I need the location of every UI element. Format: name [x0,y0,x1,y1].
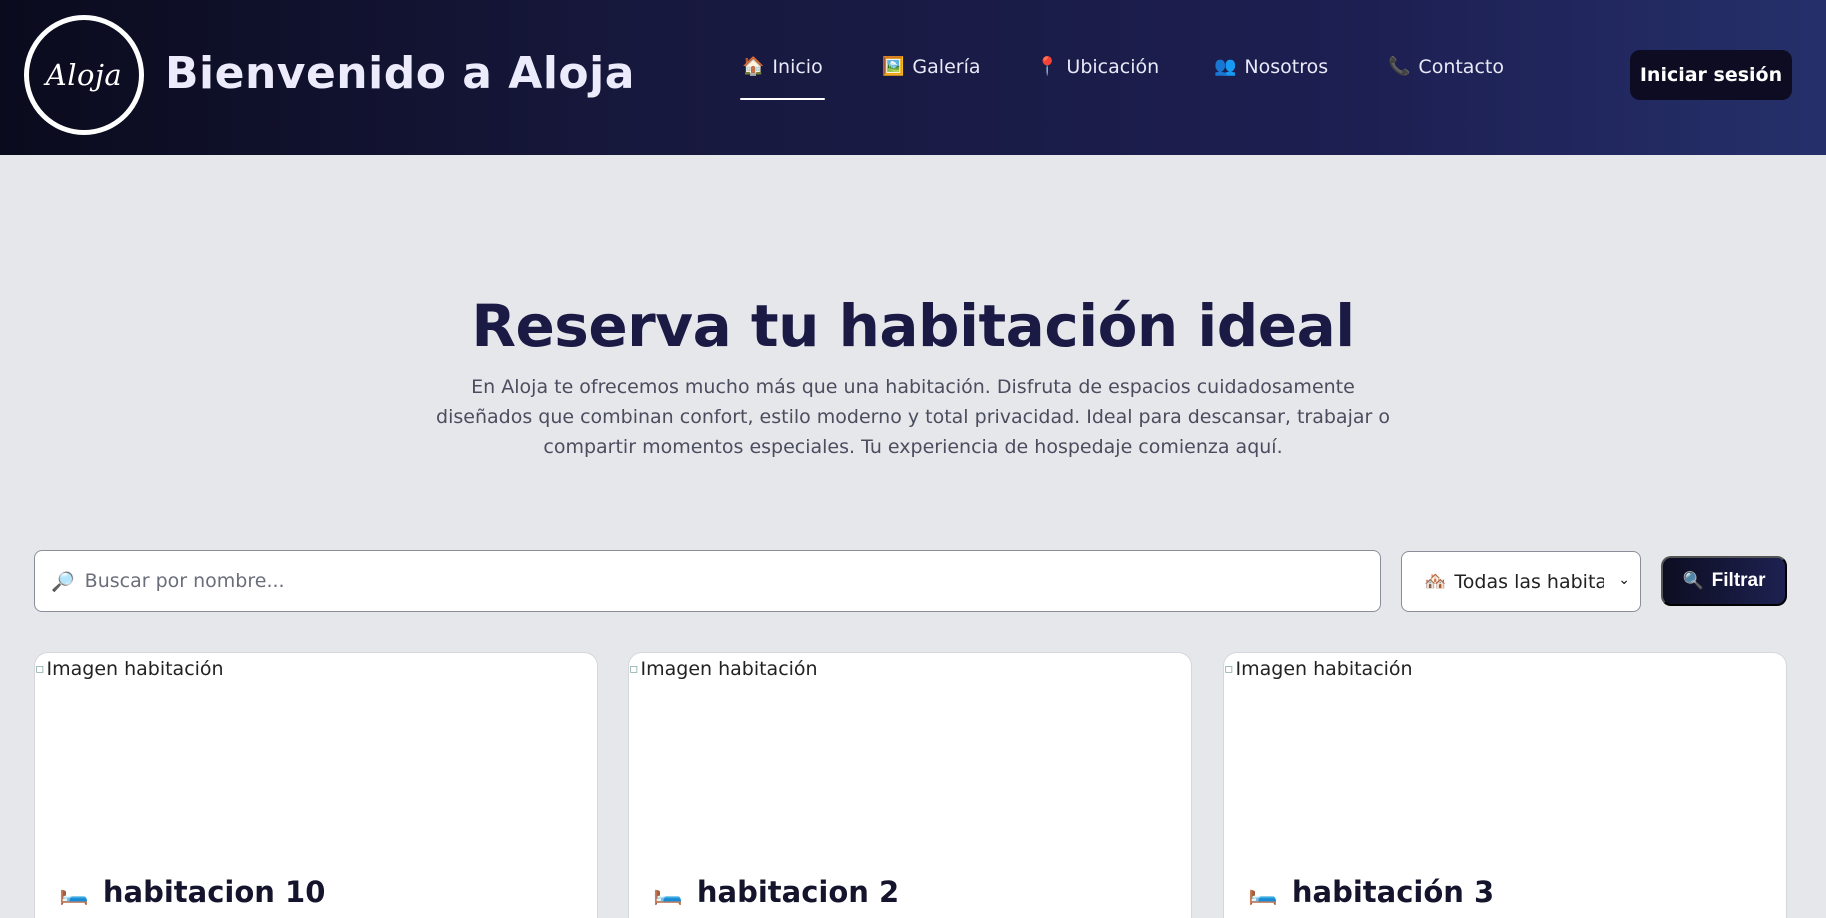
room-name: habitacion 10 [102,875,326,909]
room-image-alt: Imagen habitación [46,658,224,680]
users-icon: 👥 [1214,56,1237,77]
broken-image-icon: ▫ [629,661,639,677]
hero-title: Reserva tu habitación ideal [471,292,1355,360]
room-image: ▫ Imagen habitación [629,658,818,680]
room-image: ▫ Imagen habitación [1224,658,1413,680]
room-title: 🛏️ habitación 3 [1248,875,1494,909]
chevron-down-icon: ⌄ [1618,572,1630,588]
nav-label: Contacto [1418,56,1504,78]
bed-icon: 🛏️ [653,878,683,906]
room-title: 🛏️ habitacion 10 [59,875,325,909]
top-header: Aloja Bienvenido a Aloja 🏠 Inicio 🖼️ Gal… [0,0,1826,155]
filter-button[interactable]: 🔍 Filtrar [1661,556,1787,606]
search-icon: 🔍 [1682,571,1704,590]
location-pin-icon: 📍 [1036,56,1059,77]
bed-icon: 🛏️ [1248,878,1278,906]
filter-button-label: Filtrar [1711,570,1766,591]
nav-label: Inicio [772,56,823,78]
nav-label: Galería [912,56,981,78]
room-title: 🛏️ habitacion 2 [653,875,899,909]
room-image-alt: Imagen habitación [1235,658,1413,680]
magnifier-icon: 🔎 [51,570,75,593]
login-button[interactable]: Iniciar sesión [1630,50,1792,100]
nav-item-ubicacion[interactable]: 📍 Ubicación [1036,56,1159,100]
nav-label: Ubicación [1066,56,1160,78]
home-icon: 🏠 [742,56,765,77]
picture-icon: 🖼️ [882,56,905,77]
room-card[interactable]: ▫ Imagen habitación 🛏️ habitacion 2 [628,652,1192,918]
broken-image-icon: ▫ [35,661,45,677]
site-title: Bienvenido a Aloja [165,48,635,99]
nav-label: Nosotros [1244,56,1329,78]
search-input[interactable] [84,570,1285,592]
logo[interactable]: Aloja [24,15,144,135]
room-image: ▫ Imagen habitación [35,658,224,680]
phone-icon: 📞 [1388,56,1411,77]
nav-item-nosotros[interactable]: 👥 Nosotros [1214,56,1328,100]
room-card[interactable]: ▫ Imagen habitación 🛏️ habitación 3 [1223,652,1787,918]
houses-icon: 🏘️ [1424,571,1447,592]
room-type-select[interactable]: 🏘️ Todas las habitac ⌄ [1401,551,1641,612]
bed-icon: 🛏️ [59,878,89,906]
logo-text: Aloja [45,58,123,92]
search-box: 🔎 [34,550,1381,612]
room-type-selected: Todas las habitac [1454,570,1605,593]
hero-description: En Aloja te ofrecemos mucho más que una … [436,376,1390,458]
room-name: habitacion 2 [696,875,900,909]
nav-item-galeria[interactable]: 🖼️ Galería [882,56,981,100]
nav-item-contacto[interactable]: 📞 Contacto [1388,56,1504,100]
broken-image-icon: ▫ [1224,661,1234,677]
room-name: habitación 3 [1291,875,1495,909]
nav-item-inicio[interactable]: 🏠 Inicio [740,56,825,100]
room-image-alt: Imagen habitación [640,658,818,680]
room-card[interactable]: ▫ Imagen habitación 🛏️ habitacion 10 [34,652,598,918]
